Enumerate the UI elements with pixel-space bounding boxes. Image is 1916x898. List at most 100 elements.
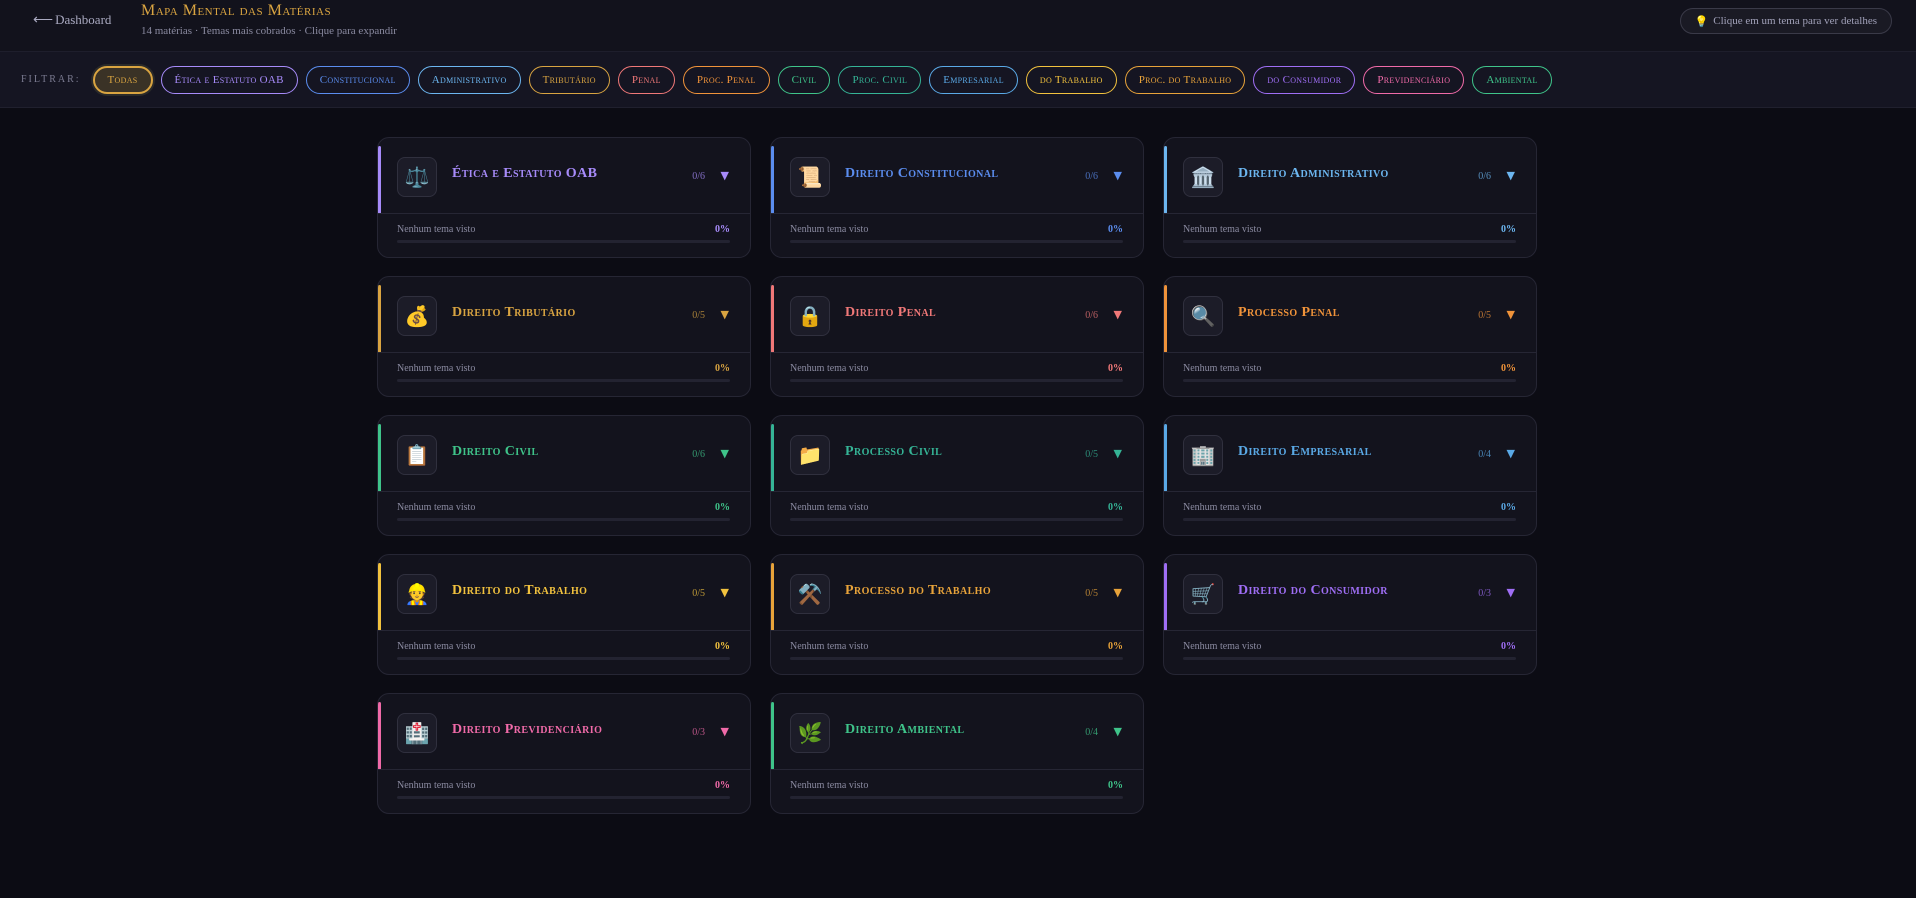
card-title: Direito Ambiental: [845, 722, 965, 737]
caret-down-icon[interactable]: ▼: [1507, 447, 1515, 460]
filter-chip[interactable]: do Trabalho: [1025, 65, 1117, 94]
card-header[interactable]: 📋 Direito Civil 0/6 ▼: [378, 416, 750, 492]
topic-count: 0/6: [692, 449, 705, 460]
card-header[interactable]: ⚖️ Ética e Estatuto OAB 0/6 ▼: [378, 138, 750, 214]
progress-bar: [1183, 379, 1516, 382]
worker-icon: 👷: [397, 574, 437, 614]
filter-chip[interactable]: Ambiental: [1472, 65, 1552, 94]
card-title: Direito Previdenciário: [452, 722, 603, 737]
subject-card: 👷 Direito do Trabalho 0/5 ▼ Nenhum tema …: [377, 554, 751, 675]
back-link-label: Dashboard: [55, 12, 112, 27]
card-title: Direito Administrativo: [1238, 166, 1389, 181]
card-title: Processo Civil: [845, 444, 943, 459]
caret-down-icon[interactable]: ▼: [1507, 308, 1515, 321]
progress-percent: 0%: [1501, 363, 1516, 374]
subject-grid: ⚖️ Ética e Estatuto OAB 0/6 ▼ Nenhum tem…: [377, 137, 1537, 814]
card-header[interactable]: 📜 Direito Constitucional 0/6 ▼: [771, 138, 1143, 214]
office-building-icon: 🏢: [1183, 435, 1223, 475]
card-title: Direito do Trabalho: [452, 583, 588, 598]
card-header[interactable]: 📁 Processo Civil 0/5 ▼: [771, 416, 1143, 492]
progress-percent: 0%: [1501, 641, 1516, 652]
progress-status: Nenhum tema visto: [397, 780, 476, 791]
card-header[interactable]: 🔒 Direito Penal 0/6 ▼: [771, 277, 1143, 353]
topic-count: 0/4: [1085, 727, 1098, 738]
filter-chip[interactable]: Todas: [92, 65, 153, 94]
topic-count: 0/6: [1085, 171, 1098, 182]
caret-down-icon[interactable]: ▼: [1114, 725, 1122, 738]
filter-chip[interactable]: Administrativo: [417, 65, 521, 94]
caret-down-icon[interactable]: ▼: [721, 447, 729, 460]
filter-chip[interactable]: Proc. Penal: [682, 65, 770, 94]
filter-chip[interactable]: Ética e Estatuto OAB: [160, 65, 298, 94]
subject-card: ⚒️ Processo do Trabalho 0/5 ▼ Nenhum tem…: [770, 554, 1144, 675]
card-title: Ética e Estatuto OAB: [452, 166, 598, 181]
card-header[interactable]: ⚒️ Processo do Trabalho 0/5 ▼: [771, 555, 1143, 631]
card-title: Processo Penal: [1238, 305, 1340, 320]
filter-chip[interactable]: Constitucional: [305, 65, 410, 94]
caret-down-icon[interactable]: ▼: [1114, 586, 1122, 599]
caret-down-icon[interactable]: ▼: [721, 586, 729, 599]
progress-bar: [1183, 657, 1516, 660]
progress-percent: 0%: [715, 502, 730, 513]
subject-card: 📜 Direito Constitucional 0/6 ▼ Nenhum te…: [770, 137, 1144, 258]
topic-count: 0/6: [692, 171, 705, 182]
filter-chip[interactable]: Penal: [617, 65, 675, 94]
card-header[interactable]: 🔍 Processo Penal 0/5 ▼: [1164, 277, 1536, 353]
progress-percent: 0%: [1108, 641, 1123, 652]
filter-chip[interactable]: Empresarial: [929, 65, 1018, 94]
card-header[interactable]: 🛒 Direito do Consumidor 0/3 ▼: [1164, 555, 1536, 631]
filter-chip[interactable]: do Consumidor: [1253, 65, 1356, 94]
filter-chip[interactable]: Tributário: [528, 65, 610, 94]
caret-down-icon[interactable]: ▼: [1114, 169, 1122, 182]
caret-down-icon[interactable]: ▼: [1114, 308, 1122, 321]
progress-status: Nenhum tema visto: [1183, 641, 1262, 652]
caret-down-icon[interactable]: ▼: [721, 169, 729, 182]
caret-down-icon[interactable]: ▼: [1507, 586, 1515, 599]
progress-percent: 0%: [1501, 502, 1516, 513]
progress-status: Nenhum tema visto: [397, 502, 476, 513]
caret-down-icon[interactable]: ▼: [1507, 169, 1515, 182]
card-header[interactable]: 🌿 Direito Ambiental 0/4 ▼: [771, 694, 1143, 770]
page-title: Mapa Mental das Matérias: [141, 2, 332, 19]
progress-status: Nenhum tema visto: [790, 502, 869, 513]
topic-count: 0/5: [1085, 449, 1098, 460]
hint-pill: 💡 Clique em um tema para ver detalhes: [1679, 8, 1892, 34]
subject-card: 📋 Direito Civil 0/6 ▼ Nenhum tema visto …: [377, 415, 751, 536]
subject-card: 🌿 Direito Ambiental 0/4 ▼ Nenhum tema vi…: [770, 693, 1144, 814]
progress-percent: 0%: [1108, 363, 1123, 374]
magnifier-icon: 🔍: [1183, 296, 1223, 336]
filter-chip[interactable]: Proc. Civil: [838, 65, 922, 94]
card-title: Direito Empresarial: [1238, 444, 1372, 459]
hammer-pick-icon: ⚒️: [790, 574, 830, 614]
progress-status: Nenhum tema visto: [1183, 363, 1262, 374]
card-header[interactable]: 💰 Direito Tributário 0/5 ▼: [378, 277, 750, 353]
progress-bar: [790, 796, 1123, 799]
card-header[interactable]: 🏛️ Direito Administrativo 0/6 ▼: [1164, 138, 1536, 214]
card-title: Direito Penal: [845, 305, 937, 320]
card-title: Direito do Consumidor: [1238, 583, 1388, 598]
progress-status: Nenhum tema visto: [790, 780, 869, 791]
filter-chip[interactable]: Civil: [777, 65, 831, 94]
card-title: Direito Civil: [452, 444, 539, 459]
progress-status: Nenhum tema visto: [1183, 502, 1262, 513]
arrow-left-icon: ⟵: [33, 13, 54, 28]
back-to-dashboard-link[interactable]: ⟵ Dashboard: [33, 12, 111, 29]
card-header[interactable]: 🏥 Direito Previdenciário 0/3 ▼: [378, 694, 750, 770]
progress-percent: 0%: [715, 780, 730, 791]
topic-count: 0/4: [1478, 449, 1491, 460]
lightbulb-icon: 💡: [1694, 15, 1709, 28]
progress-bar: [397, 796, 730, 799]
caret-down-icon[interactable]: ▼: [1114, 447, 1122, 460]
subject-card: ⚖️ Ética e Estatuto OAB 0/6 ▼ Nenhum tem…: [377, 137, 751, 258]
subject-card: 🔒 Direito Penal 0/6 ▼ Nenhum tema visto …: [770, 276, 1144, 397]
filter-chip[interactable]: Previdenciário: [1363, 65, 1465, 94]
hint-text: Clique em um tema para ver detalhes: [1713, 15, 1877, 27]
card-header[interactable]: 🏢 Direito Empresarial 0/4 ▼: [1164, 416, 1536, 492]
filter-chip[interactable]: Proc. do Trabalho: [1124, 65, 1246, 94]
caret-down-icon[interactable]: ▼: [721, 725, 729, 738]
card-header[interactable]: 👷 Direito do Trabalho 0/5 ▼: [378, 555, 750, 631]
building-columns-icon: 🏛️: [1183, 157, 1223, 197]
top-header: ⟵ Dashboard Mapa Mental das Matérias 14 m…: [0, 0, 1916, 52]
subject-card: 💰 Direito Tributário 0/5 ▼ Nenhum tema v…: [377, 276, 751, 397]
caret-down-icon[interactable]: ▼: [721, 308, 729, 321]
